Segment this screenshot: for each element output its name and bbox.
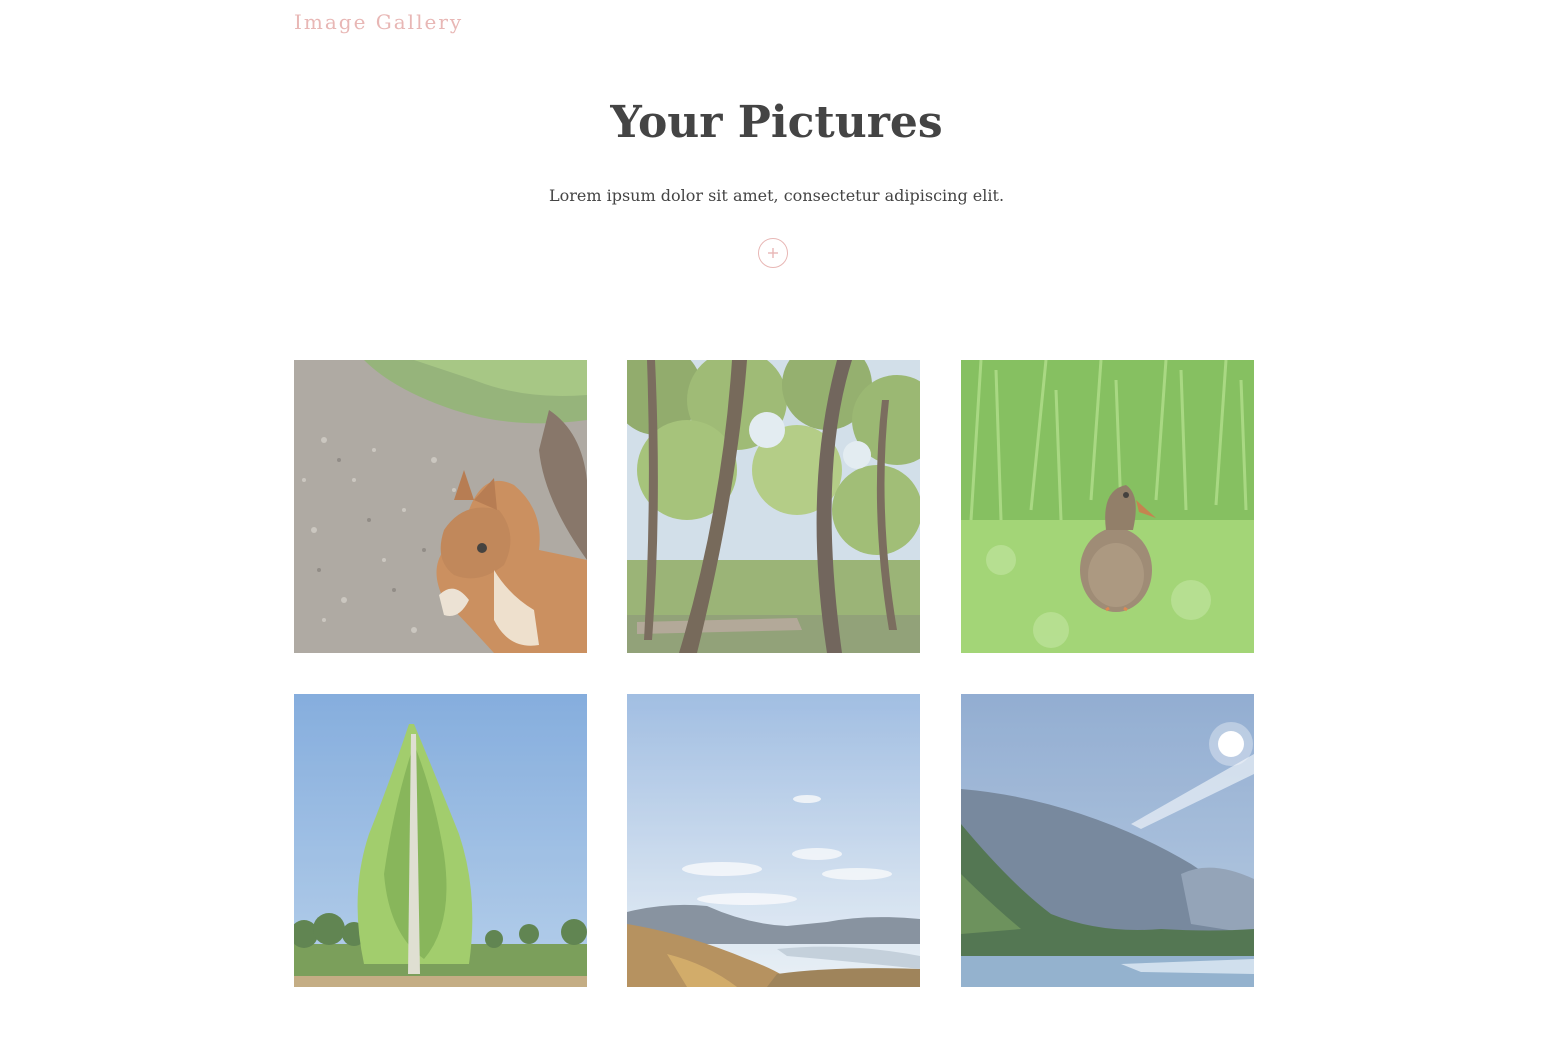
image-overlay [961, 694, 1254, 987]
gallery-image-mountain-lake[interactable] [961, 694, 1254, 987]
image-overlay [961, 360, 1254, 653]
image-overlay [627, 360, 920, 653]
plus-icon [768, 248, 778, 258]
page-title: Your Pictures [610, 97, 943, 148]
image-overlay [294, 694, 587, 987]
gallery-image-squirrel[interactable] [294, 360, 587, 653]
add-picture-button[interactable] [758, 238, 788, 268]
gallery-image-mountain-sky[interactable] [627, 694, 920, 987]
gallery-image-duck[interactable] [961, 360, 1254, 653]
image-overlay [627, 694, 920, 987]
page-subtitle: Lorem ipsum dolor sit amet, consectetur … [548, 186, 1005, 205]
gallery-image-forest[interactable] [627, 360, 920, 653]
brand-link[interactable]: Image Gallery [294, 10, 463, 34]
page: Image Gallery Your Pictures Lorem ipsum … [0, 0, 1553, 1038]
gallery-image-birch-tree[interactable] [294, 694, 587, 987]
image-overlay [294, 360, 587, 653]
